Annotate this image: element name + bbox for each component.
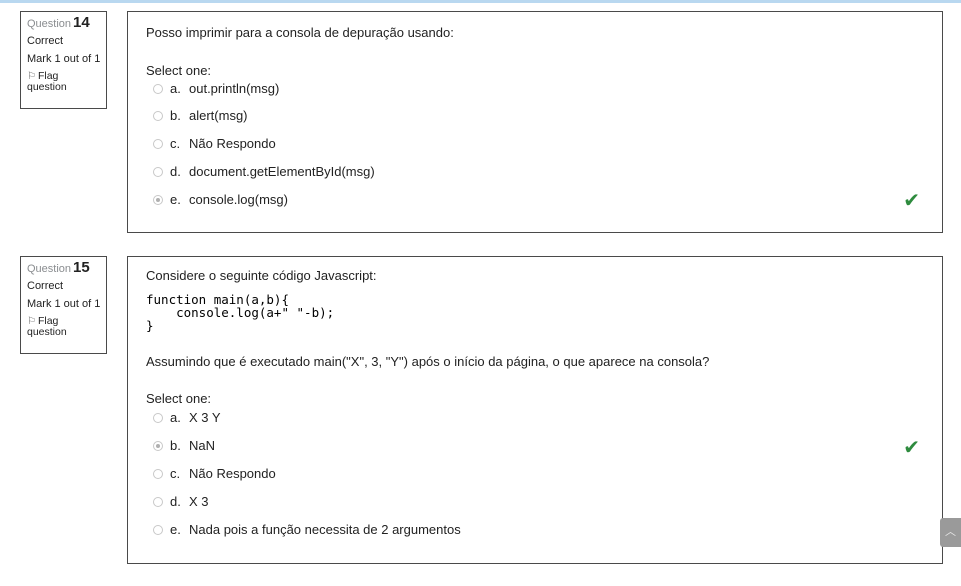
radio-button[interactable] bbox=[153, 524, 163, 535]
radio-button[interactable] bbox=[153, 468, 163, 479]
flag-question-link[interactable]: ⚐ Flag question bbox=[27, 316, 100, 338]
chevron-up-icon: ︿ bbox=[945, 526, 956, 538]
question-state: Correct bbox=[27, 280, 64, 292]
question-state: Correct bbox=[27, 35, 64, 47]
question-number: Question 14 bbox=[27, 14, 90, 31]
question-grade: Mark 1 out of 1 bbox=[27, 53, 101, 65]
question-number: Question 15 bbox=[27, 259, 90, 276]
select-one-label: Select one: bbox=[146, 391, 212, 406]
check-icon: ✔ bbox=[903, 190, 920, 212]
radio-button[interactable] bbox=[153, 496, 163, 507]
check-icon: ✔ bbox=[903, 437, 920, 459]
question-info-14: Question 14 Correct Mark 1 out of 1 ⚐ Flag… bbox=[20, 11, 107, 109]
answer-option-b[interactable]: b. NaN bbox=[153, 437, 215, 455]
radio-button[interactable] bbox=[153, 412, 163, 423]
radio-button-selected[interactable] bbox=[153, 440, 163, 451]
question-info-15: Question 15 Correct Mark 1 out of 1 ⚐ Flag… bbox=[20, 256, 107, 354]
radio-button[interactable] bbox=[153, 166, 163, 177]
select-one-label: Select one: bbox=[146, 63, 212, 78]
radio-button[interactable] bbox=[153, 83, 163, 94]
answer-option-e[interactable]: e. Nada pois a função necessita de 2 argu… bbox=[153, 521, 461, 539]
answer-option-b[interactable]: b. alert(msg) bbox=[153, 107, 248, 125]
answer-option-d[interactable]: d. document.getElementById(msg) bbox=[153, 163, 375, 181]
top-divider bbox=[0, 0, 961, 3]
answer-option-d[interactable]: d. X 3 bbox=[153, 493, 209, 511]
answer-option-c[interactable]: c. Não Respondo bbox=[153, 135, 276, 153]
question-text: Considere o seguinte código Javascript: bbox=[146, 268, 377, 283]
answer-option-e[interactable]: e. console.log(msg) bbox=[153, 191, 288, 209]
answer-option-a[interactable]: a. X 3 Y bbox=[153, 409, 221, 427]
radio-button[interactable] bbox=[153, 138, 163, 149]
question-content-14: Posso imprimir para a consola de depuraç… bbox=[127, 11, 943, 233]
radio-button-selected[interactable] bbox=[153, 194, 163, 205]
answer-option-c[interactable]: c. Não Respondo bbox=[153, 465, 276, 483]
question-text: Posso imprimir para a consola de depuraç… bbox=[146, 25, 454, 40]
question-content-15: Considere o seguinte código Javascript: … bbox=[127, 256, 943, 564]
answer-option-a[interactable]: a. out.println(msg) bbox=[153, 80, 279, 98]
radio-button[interactable] bbox=[153, 110, 163, 121]
code-block: function main(a,b){ console.log(a+" "-b)… bbox=[146, 292, 335, 333]
question-text-2: Assumindo que é executado main("X", 3, "… bbox=[146, 354, 710, 369]
scroll-to-top-button[interactable]: ︿ bbox=[940, 518, 961, 547]
flag-question-link[interactable]: ⚐ Flag question bbox=[27, 71, 100, 93]
question-grade: Mark 1 out of 1 bbox=[27, 298, 101, 310]
